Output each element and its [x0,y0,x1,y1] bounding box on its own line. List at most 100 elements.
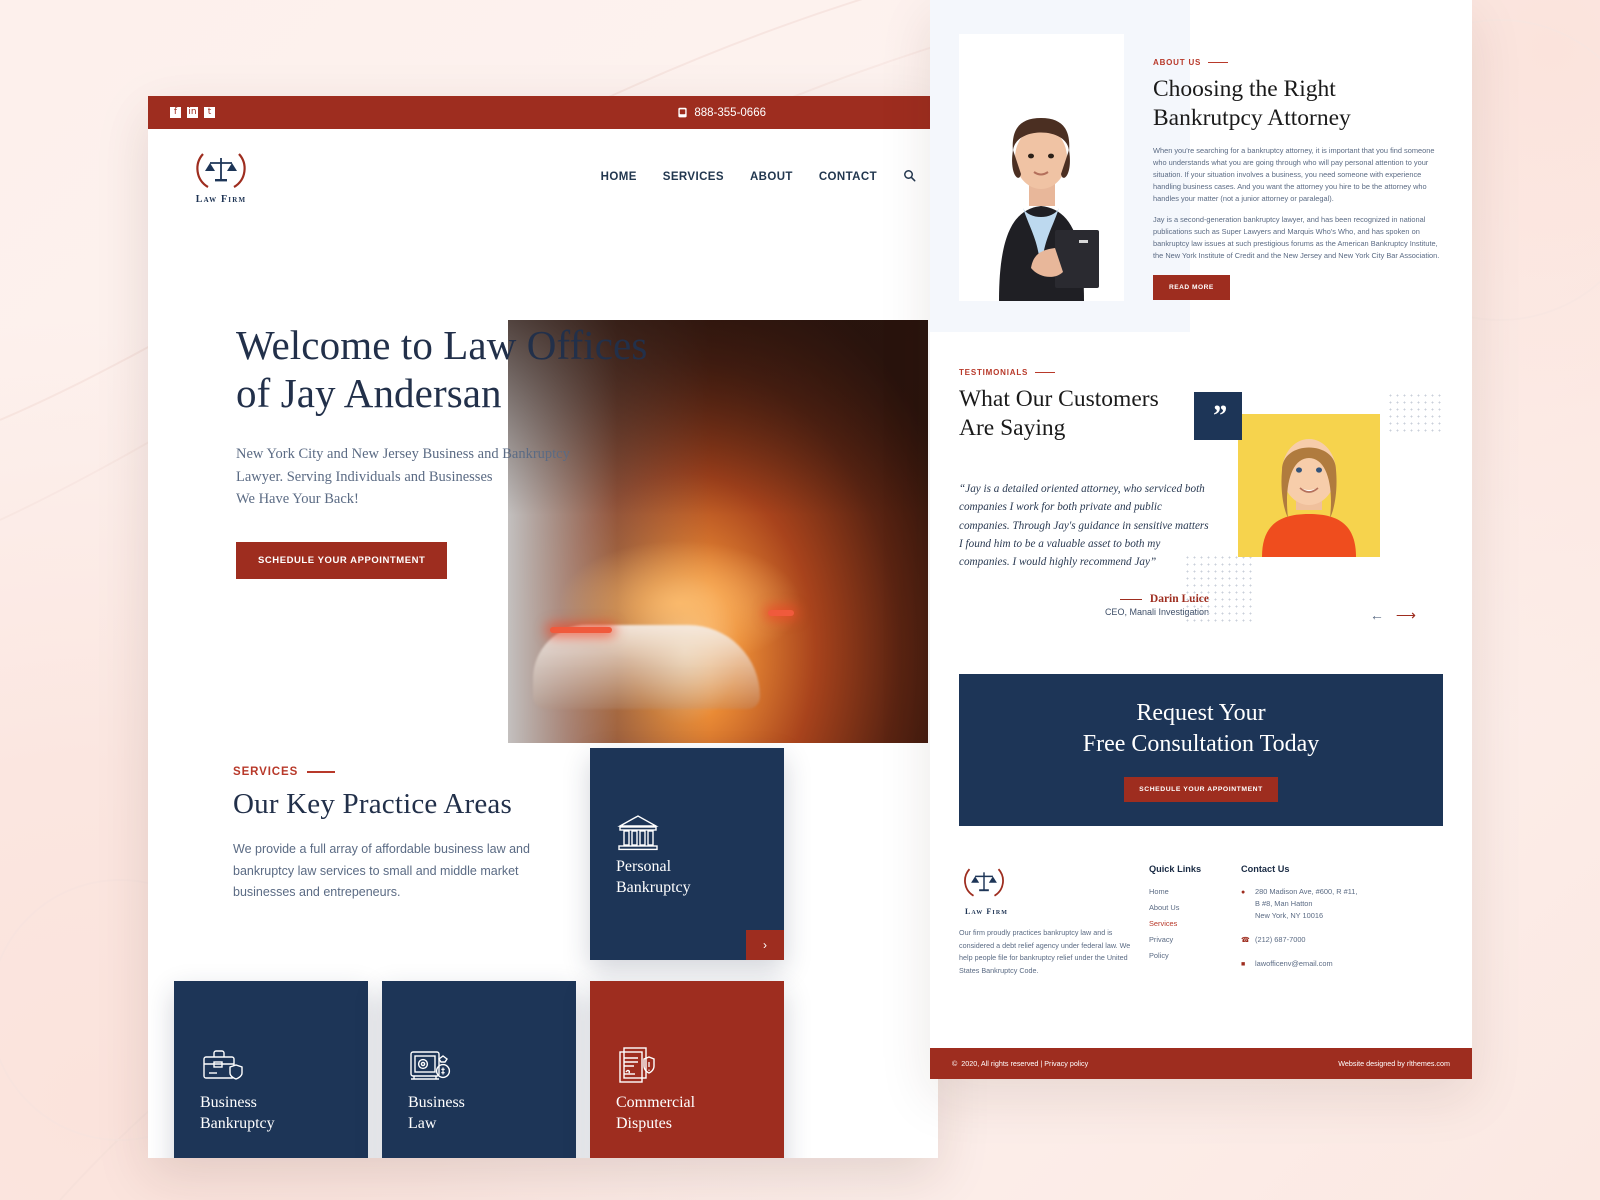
footer-address-line2: B #8, Man Hatton [1255,898,1313,908]
testimonials-kicker: TESTIMONIALS [959,368,1472,377]
service-card-title: Business Bankruptcy [200,1093,275,1134]
footer-logo-icon[interactable] [959,864,1149,905]
footer-link-about-us[interactable]: About Us [1149,903,1241,912]
header-phone-number: 888-355-0666 [694,106,766,119]
service-title-line2: Bankruptcy [616,878,691,896]
read-more-button[interactable]: READ MORE [1153,275,1230,301]
nav-item-home[interactable]: HOME [601,171,637,183]
hero-title-line1: Welcome to Law Offices [236,322,648,368]
footer-address-text: 280 Madison Ave, #600, R #11, B #8, Man … [1255,886,1357,922]
testimonials-section: TESTIMONIALS What Our Customers Are Sayi… [930,332,1472,662]
cta-heading-line2: Free Consultation Today [1082,730,1320,757]
phone-icon [678,107,687,118]
testimonial-quote: “Jay is a detailed oriented attorney, wh… [959,483,1209,568]
footer-link-services[interactable]: Services [1149,919,1241,928]
footer-address-line3: New York, NY 10016 [1255,910,1324,920]
service-title-line2: Bankruptcy [200,1114,275,1132]
dot-pattern-decoration [1184,554,1256,626]
service-title-line2: Disputes [616,1114,672,1132]
footer-address-line1: 280 Madison Ave, #600, R #11, [1255,887,1358,896]
service-title-line2: Law [408,1114,437,1132]
courthouse-icon [616,812,660,857]
hero-sub-line2: Lawyer. Serving Individuals and Business… [236,468,493,485]
about-paragraph-1: When you're searching for a bankruptcy a… [1153,146,1435,204]
dot-pattern-decoration [1387,392,1442,432]
hero-sub-line1: New York City and New Jersey Business an… [236,446,570,463]
service-card-business-bankruptcy[interactable]: Business Bankruptcy › [174,981,368,1158]
about-paragraph-2: Jay is a second-generation bankruptcy la… [1153,215,1440,261]
envelope-icon: ■ [1241,961,1246,969]
phone-icon: ☎ [1241,936,1250,944]
service-card-business-law[interactable]: Business Law › [382,981,576,1158]
schedule-appointment-button[interactable]: SCHEDULE YOUR APPOINTMENT [236,541,448,579]
design-credit[interactable]: Website designed by rlthemes.com [1338,1059,1450,1068]
kicker-rule [1035,371,1056,374]
safe-money-icon [408,1045,452,1090]
services-section: SERVICES Our Key Practice Areas We provi… [148,748,938,1158]
hero-section: Welcome to Law Offices of Jay Andersan N… [148,224,938,764]
quote-mark-icon: ” [1194,392,1242,440]
nav-item-about[interactable]: ABOUT [750,171,793,183]
site-footer: Law Firm Our firm proudly practices bank… [930,826,1472,977]
facebook-icon[interactable]: f [170,107,181,118]
top-utility-bar: f in t 888-355-0666 [148,96,938,129]
footer-link-home[interactable]: Home [1149,887,1241,896]
footer-about-text: Our firm proudly practices bankruptcy la… [959,928,1131,975]
homepage-preview-left: f in t 888-355-0666 Law Firm HOME SERVIC… [148,96,938,1158]
site-logo[interactable]: Law Firm [190,148,252,205]
consultation-cta-section: Request Your Free Consultation Today SCH… [959,674,1443,826]
footer-logo-text: Law Firm [965,907,1009,916]
service-title-line1: Business [200,1094,257,1112]
service-card-title: Commercial Disputes [616,1093,695,1134]
map-pin-icon: ● [1241,889,1246,896]
nav-item-services[interactable]: SERVICES [663,171,724,183]
copyright-text: 2020, All rights reserved | Privacy poli… [961,1059,1089,1068]
attorney-portrait-photo [959,34,1124,301]
header-phone[interactable]: 888-355-0666 [677,107,766,119]
footer-brand: Law Firm Our firm proudly practices bank… [959,864,1149,977]
testimonial-prev-button[interactable]: ← [1370,607,1384,624]
contract-shield-icon [616,1045,660,1090]
footer-phone[interactable]: ☎ (212) 687-7000 [1241,934,1391,946]
cta-schedule-appointment-button[interactable]: SCHEDULE YOUR APPOINTMENT [1124,776,1278,802]
service-cards: Personal Bankruptcy › Business Bankruptc… [174,748,938,1158]
testimonial-attribution: Darin Luice CEO, Manali Investigation [959,587,1209,617]
about-copy: ABOUT US Choosing the Right Bankrutpcy A… [1153,34,1443,332]
footer-bottom-bar: © 2020, All rights reserved | Privacy po… [930,1048,1472,1079]
footer-email[interactable]: ■ lawofficenv@email.com [1241,958,1391,970]
hero-subtitle: New York City and New Jersey Business an… [236,443,666,510]
about-kicker: ABOUT US [1153,58,1443,67]
service-card-title: Business Law [408,1093,465,1134]
homepage-preview-right: ABOUT US Choosing the Right Bankrutpcy A… [930,0,1472,1079]
footer-contact: Contact Us ● 280 Madison Ave, #600, R #1… [1241,864,1391,977]
testimonial-author-role: CEO, Manali Investigation [1104,607,1209,618]
search-icon[interactable] [903,169,916,185]
nav-item-contact[interactable]: CONTACT [819,171,877,183]
testimonial-media: ” ← ⟶ [1184,392,1442,626]
about-section: ABOUT US Choosing the Right Bankrutpcy A… [930,0,1472,332]
linkedin-icon[interactable]: in [187,107,198,118]
hero-sub-line3: We Have Your Back! [236,491,359,508]
main-nav-bar: Law Firm HOME SERVICES ABOUT CONTACT [148,129,938,224]
service-card-arrow-button[interactable]: › [746,930,784,960]
footer-quick-links: Quick Links Home About Us Services Priva… [1149,864,1241,977]
footer-quick-links-title: Quick Links [1149,864,1202,874]
about-heading-line1: Choosing the Right [1153,76,1336,102]
copyright-icon: © [952,1059,958,1068]
logo-text: Law Firm [195,194,247,205]
footer-email-text: lawofficenv@email.com [1255,959,1333,969]
footer-link-privacy[interactable]: Privacy [1149,935,1241,944]
footer-address: ● 280 Madison Ave, #600, R #11, B #8, Ma… [1241,886,1391,922]
twitter-icon[interactable]: t [204,107,215,118]
cta-heading-line1: Request Your [1136,700,1266,727]
service-card-personal-bankruptcy[interactable]: Personal Bankruptcy › [590,748,784,960]
cta-heading: Request Your Free Consultation Today [1083,698,1320,758]
author-rule [1119,598,1142,601]
about-heading: Choosing the Right Bankrutpcy Attorney [1153,75,1443,132]
testimonial-next-button[interactable]: ⟶ [1396,607,1416,624]
service-card-commercial-disputes[interactable]: Commercial Disputes › [590,981,784,1158]
briefcase-shield-icon [200,1045,244,1090]
hero-copy: Welcome to Law Offices of Jay Andersan N… [236,322,666,579]
primary-navigation: HOME SERVICES ABOUT CONTACT [601,169,916,185]
footer-link-policy[interactable]: Policy [1149,951,1241,960]
